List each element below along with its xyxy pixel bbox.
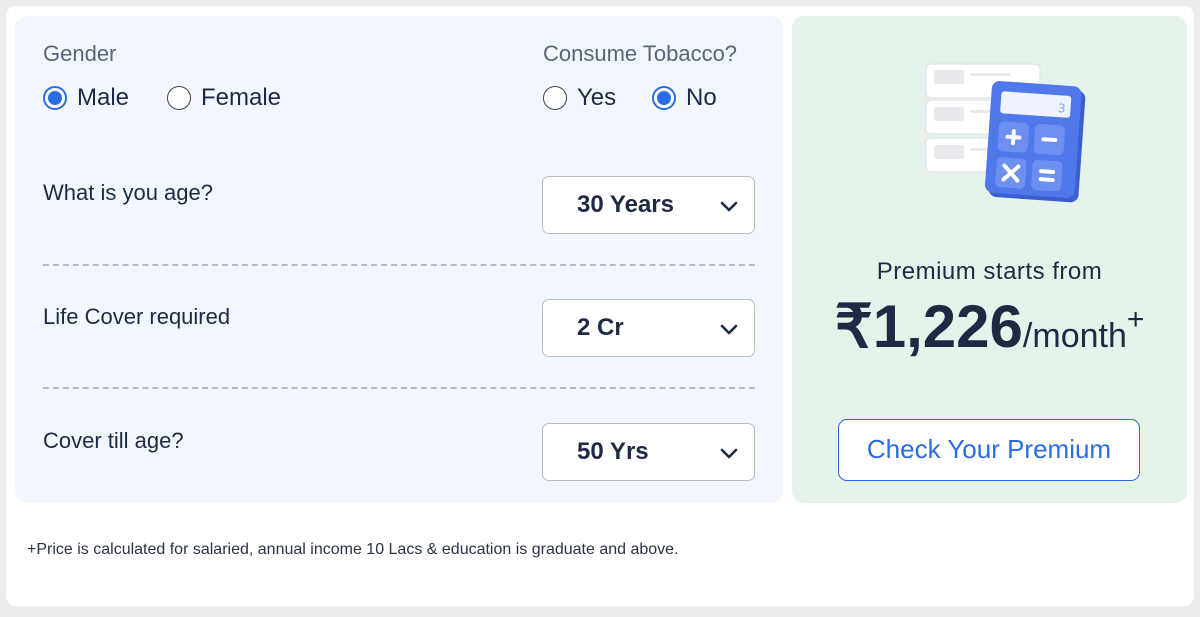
- tobacco-radio-no[interactable]: No: [652, 84, 717, 112]
- radio-unchecked-icon: [543, 86, 567, 110]
- radio-unchecked-icon: [167, 86, 191, 110]
- premium-footnote-marker: +: [1126, 303, 1145, 336]
- radio-checked-icon: [652, 86, 676, 110]
- age-select[interactable]: 30 Years: [542, 176, 755, 234]
- cover-till-select-value: 50 Yrs: [577, 438, 649, 465]
- premium-amount: ₹1,226: [834, 293, 1023, 360]
- divider: [43, 264, 755, 266]
- chevron-down-icon: [720, 324, 738, 335]
- cover-question: Life Cover required: [43, 304, 231, 329]
- svg-text:3: 3: [1057, 101, 1066, 115]
- cover-till-select[interactable]: 50 Yrs: [542, 423, 755, 481]
- cover-select-value: 2 Cr: [577, 314, 624, 341]
- gender-label: Gender: [43, 41, 117, 66]
- tobacco-label: Consume Tobacco?: [543, 41, 738, 66]
- premium-label: Premium starts from: [876, 258, 1103, 285]
- calculator-illustration-icon: 3: [925, 63, 1086, 203]
- chevron-down-icon: [720, 448, 738, 459]
- gender-option-label: Male: [77, 84, 130, 111]
- price-footnote: +Price is calculated for salaried, annua…: [27, 541, 679, 558]
- tobacco-option-label: No: [686, 84, 717, 111]
- radio-checked-icon: [43, 86, 67, 110]
- chevron-down-icon: [720, 201, 738, 212]
- age-question: What is you age?: [43, 180, 213, 205]
- gender-radio-male[interactable]: Male: [43, 84, 129, 112]
- premium-period: /month: [1022, 317, 1127, 355]
- cover-select[interactable]: 2 Cr: [542, 299, 755, 357]
- divider: [43, 387, 755, 389]
- premium-price: ₹1,226/month+: [792, 292, 1187, 362]
- gender-option-label: Female: [201, 84, 282, 111]
- tobacco-radio-yes[interactable]: Yes: [543, 84, 616, 112]
- cover-till-question: Cover till age?: [43, 428, 184, 453]
- check-premium-button[interactable]: Check Your Premium: [838, 419, 1140, 481]
- gender-radio-female[interactable]: Female: [167, 84, 281, 112]
- age-select-value: 30 Years: [577, 191, 674, 218]
- tobacco-option-label: Yes: [577, 84, 617, 111]
